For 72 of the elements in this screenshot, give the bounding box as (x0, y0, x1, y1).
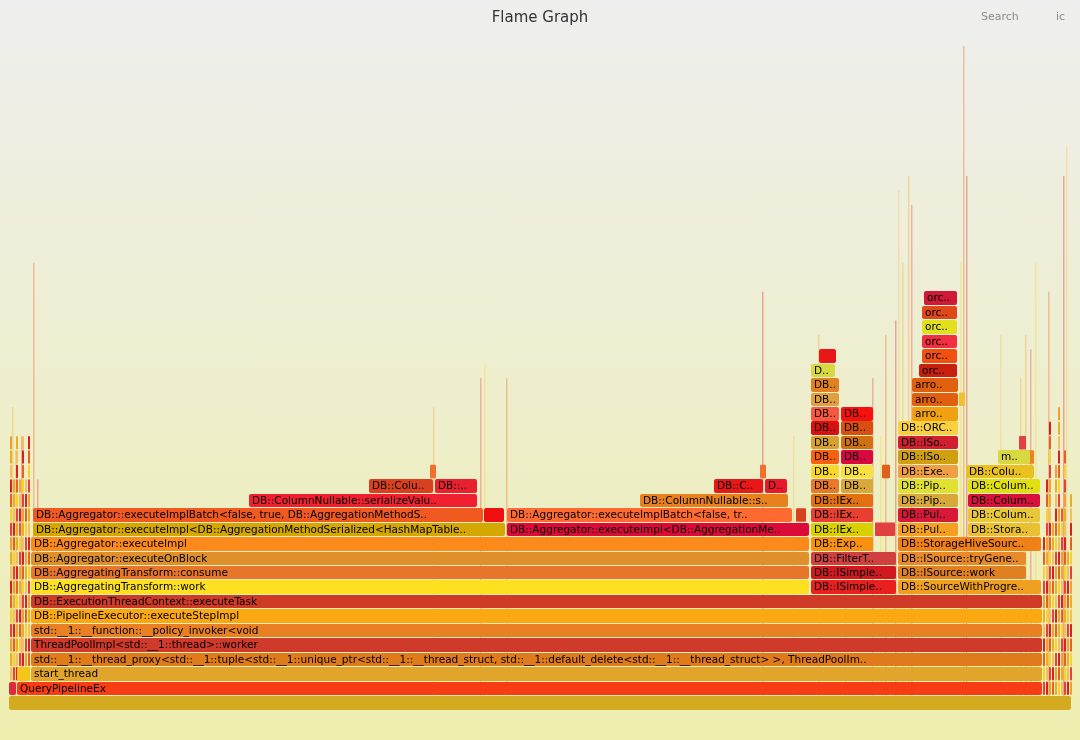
flame-frame[interactable]: DB::ORC.. (898, 421, 958, 435)
flame-frame[interactable]: DB::Colum.. (968, 508, 1040, 522)
flame-frame[interactable]: DB.. (811, 392, 839, 407)
flame-frame[interactable]: DB::Pip.. (898, 479, 958, 493)
flame-frame[interactable]: DB.. (811, 435, 839, 450)
flame-frame[interactable]: DB::Colu.. (369, 479, 433, 493)
flame-frame[interactable]: DB.. (841, 421, 873, 435)
flame-frame[interactable]: DB::Exe.. (898, 464, 958, 479)
flame-frame[interactable]: DB::IEx.. (811, 522, 873, 537)
flame-frame[interactable]: arro.. (912, 378, 958, 392)
flame-frame[interactable]: D.. (811, 363, 835, 378)
flame-frame[interactable]: DB::Aggregator::executeImplBatch<false, true, DB::AggregationMethodS.. (33, 508, 483, 522)
flame-frame[interactable]: arro.. (912, 392, 958, 407)
flame-frame[interactable]: orc.. (922, 334, 957, 349)
flame-frame[interactable]: DB::Pul.. (898, 508, 958, 522)
flame-frame[interactable]: DB.. (841, 435, 873, 450)
flame-frame[interactable]: DB::ISimple.. (811, 580, 896, 594)
flame-frame[interactable]: DB::SourceWithProgre.. (898, 580, 1041, 594)
flame-frame[interactable]: DB.. (841, 464, 873, 479)
flame-frame[interactable]: orc.. (919, 363, 957, 378)
flame-frame[interactable]: arro.. (912, 407, 958, 421)
flame-frame[interactable]: DB::Pip.. (898, 493, 958, 508)
flame-frame[interactable]: DB.. (811, 450, 839, 464)
flame-frame[interactable]: DB::Stora.. (968, 522, 1040, 537)
flame-frame[interactable]: DB.. (811, 479, 839, 493)
flame-frame[interactable]: QueryPipelineEx (17, 681, 1042, 696)
flame-frame[interactable]: DB::AggregatingTransform::work (31, 580, 809, 594)
flame-frame[interactable]: DB.. (811, 407, 839, 421)
flame-frame[interactable]: std::__1::__function::__policy_invoker<void (31, 623, 1042, 638)
flame-frame[interactable]: DB::ExecutionThreadContext::executeTask (31, 594, 1042, 609)
flame-frame[interactable]: DB::ISo.. (898, 450, 958, 464)
flame-frame[interactable]: std::__1::__thread_proxy<std::__1::tuple<std::__1::unique_ptr<std::__1::__thread_struct, std::__1::default_delete<std::__1::__thread_struct> >, ThreadPoolIm.. (31, 652, 1042, 667)
flame-frame[interactable]: m.. (998, 450, 1030, 464)
flame-frame[interactable] (9, 681, 16, 696)
flame-frame[interactable]: DB::Exp.. (811, 537, 873, 551)
flame-frame[interactable]: DB.. (841, 479, 873, 493)
flame-frame[interactable]: DB::ColumnNullable::s.. (640, 493, 788, 508)
flame-frame[interactable]: DB.. (811, 378, 839, 392)
flame-frame[interactable]: DB::IEx.. (811, 493, 873, 508)
flame-frame[interactable]: DB::StorageHiveSourc.. (898, 537, 1041, 551)
flame-frame[interactable]: DB::Aggregator::executeImpl<DB::AggregationMethodSerialized<HashMapTable.. (33, 522, 505, 537)
flame-frame[interactable]: DB::Colum.. (968, 493, 1040, 508)
flame-frame[interactable]: DB.. (841, 407, 873, 421)
flame-frame[interactable]: DB::C.. (714, 479, 763, 493)
flame-frame[interactable]: DB::Pul.. (898, 522, 958, 537)
window-title: Flame Graph (491, 8, 589, 26)
flame-frame[interactable]: DB::Aggregator::executeImpl (31, 537, 809, 551)
flame-frame[interactable]: DB::.. (435, 479, 477, 493)
flame-frame[interactable]: D.. (765, 479, 787, 493)
flame-frame[interactable]: DB::ISo.. (898, 435, 958, 450)
flame-frame[interactable]: orc.. (922, 320, 957, 334)
flame-frame[interactable]: start_thread (31, 667, 1042, 681)
flame-frame[interactable]: DB::Aggregator::executeImpl<DB::AggregationMe.. (507, 522, 809, 537)
flame-frame[interactable]: DB::Aggregator::executeOnBlock (31, 551, 809, 565)
flame-frame[interactable]: DB::Aggregator::executeImplBatch<false, tr.. (507, 508, 792, 522)
flame-frame[interactable]: DB.. (811, 421, 839, 435)
flame-frame[interactable]: DB::ISource::tryGene.. (898, 551, 1026, 565)
flame-frame[interactable]: orc.. (922, 305, 957, 320)
flame-frame[interactable]: DB::IEx.. (811, 508, 873, 522)
flame-frame[interactable]: DB::FilterT.. (811, 551, 896, 565)
flame-frame[interactable]: DB::ColumnNullable::serializeValu.. (249, 493, 477, 508)
flame-frame[interactable]: DB::Colu.. (966, 464, 1034, 479)
flame-frame[interactable]: DB::ISource::work (898, 565, 1026, 580)
flame-frame[interactable]: DB::Colum.. (968, 479, 1040, 493)
flame-frame[interactable]: DB::PipelineExecutor::executeStepImpl (31, 609, 1042, 623)
flame-frame[interactable]: DB::ISimple.. (811, 565, 896, 580)
flame-frame[interactable]: DB::AggregatingTransform::consume (31, 565, 809, 580)
flame-frame[interactable]: orc.. (924, 291, 957, 305)
flame-frame[interactable]: DB.. (811, 464, 839, 479)
flame-frame[interactable]: ThreadPoolImpl<std::__1::thread>::worker (31, 638, 1042, 652)
flame-frame[interactable]: DB.. (841, 450, 873, 464)
flame-frame[interactable]: orc.. (922, 349, 957, 363)
